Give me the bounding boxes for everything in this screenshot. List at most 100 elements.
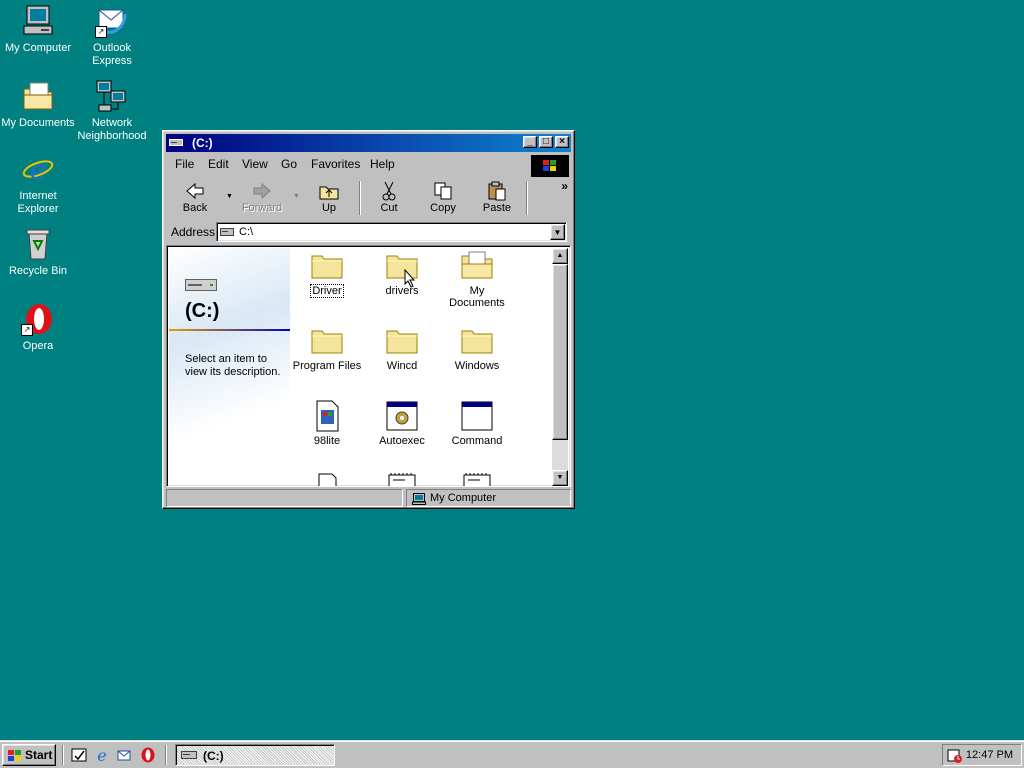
maximize-button[interactable]: □: [539, 136, 553, 148]
address-dropdown-button[interactable]: ▼: [550, 224, 565, 240]
folder-icon: [310, 325, 344, 357]
taskbar-separator: [165, 745, 167, 765]
file-label: Command: [451, 435, 503, 447]
desktop-icon-outlook-express[interactable]: ↗ Outlook Express: [74, 4, 150, 68]
status-bar: My Computer: [166, 489, 571, 507]
menu-help[interactable]: Help: [370, 157, 395, 171]
notepad-icon: [460, 473, 494, 486]
shortcut-arrow-icon: ↗: [95, 26, 107, 38]
up-button[interactable]: Up: [303, 179, 355, 214]
close-button[interactable]: ×: [555, 136, 569, 148]
setup-file-icon: [310, 400, 344, 432]
my-computer-icon: [21, 4, 55, 38]
menu-bar: File Edit View Go Favorites Help: [166, 154, 571, 177]
notepad-icon: [385, 473, 419, 486]
minimize-button[interactable]: _: [523, 136, 537, 148]
drive-title: (C:): [185, 300, 220, 322]
forward-dropdown-icon[interactable]: ▼: [293, 193, 300, 200]
scissors-icon: [378, 181, 400, 201]
scroll-down-button[interactable]: ▼: [552, 470, 568, 486]
toolbar-separator: [359, 181, 361, 215]
file-item-wincd[interactable]: Wincd: [365, 325, 439, 372]
forward-arrow-icon: [251, 181, 273, 201]
file-label: Program Files: [292, 360, 362, 372]
document-icon: [310, 473, 344, 486]
address-input[interactable]: C:\ ▼: [216, 222, 567, 242]
window-title: (C:): [192, 136, 213, 150]
menu-file[interactable]: File: [175, 157, 194, 171]
toolbar-more-button[interactable]: »: [561, 179, 568, 193]
file-item-driver[interactable]: Driver: [290, 250, 364, 298]
desktop-icon-label: Internet Explorer: [17, 190, 59, 215]
internet-explorer-icon[interactable]: e: [94, 747, 110, 763]
up-folder-icon: [318, 181, 340, 201]
paste-button[interactable]: Paste: [471, 179, 523, 214]
menu-view[interactable]: View: [242, 157, 268, 171]
copy-button[interactable]: Copy: [417, 179, 469, 214]
desktop-icon-my-documents[interactable]: My Documents: [0, 79, 76, 130]
status-zone-text: My Computer: [430, 492, 497, 504]
maximize-icon: □: [542, 136, 550, 147]
hard-drive-icon: [185, 279, 217, 291]
menu-favorites[interactable]: Favorites: [311, 157, 360, 171]
copy-label: Copy: [430, 202, 456, 214]
file-label: drivers: [385, 285, 419, 297]
menu-edit[interactable]: Edit: [208, 157, 229, 171]
file-item-drivers[interactable]: drivers: [365, 250, 439, 297]
taskbar-separator: [62, 745, 64, 765]
recycle-bin-icon: [21, 227, 55, 261]
vertical-scrollbar[interactable]: ▲ ▼: [552, 248, 568, 486]
scheduler-icon[interactable]: [947, 748, 963, 764]
scroll-up-button[interactable]: ▲: [552, 248, 568, 264]
address-bar: Address C:\ ▼: [166, 221, 571, 243]
back-button[interactable]: Back: [169, 179, 221, 214]
menu-go[interactable]: Go: [281, 157, 297, 171]
outlook-express-icon[interactable]: [117, 747, 133, 763]
outlook-express-icon: ↗: [95, 4, 129, 38]
back-arrow-icon: [184, 181, 206, 201]
status-pane-message: [166, 489, 403, 507]
desktop-icon-recycle-bin[interactable]: Recycle Bin: [0, 227, 76, 278]
file-item-98lite[interactable]: 98lite: [290, 400, 364, 447]
up-label: Up: [321, 202, 337, 214]
desktop-icon-my-computer[interactable]: My Computer: [0, 4, 76, 55]
address-label: Address: [171, 225, 216, 239]
scroll-thumb[interactable]: [552, 264, 568, 440]
divider: [169, 329, 290, 331]
show-desktop-icon[interactable]: [71, 747, 87, 763]
paste-label: Paste: [482, 202, 512, 214]
status-pane-zone: My Computer: [406, 489, 571, 507]
folder-icon: [460, 325, 494, 357]
my-documents-folder-icon: [460, 250, 494, 282]
taskbar-button-c-drive[interactable]: (C:): [175, 744, 335, 766]
clock[interactable]: 12:47 PM: [966, 749, 1013, 761]
folder-icon: [385, 250, 419, 282]
opera-icon[interactable]: [140, 747, 156, 763]
desktop-icon-label: Recycle Bin: [8, 265, 68, 277]
file-item-partial[interactable]: [365, 473, 439, 486]
minimize-icon: _: [527, 136, 533, 147]
desktop-icon-label: Opera: [22, 340, 54, 352]
file-item-my-documents[interactable]: My Documents: [440, 250, 514, 309]
desktop-icon-network-neighborhood[interactable]: Network Neighborhood: [74, 79, 150, 143]
file-item-windows[interactable]: Windows: [440, 325, 514, 372]
desktop-icon-opera[interactable]: ↗ Opera: [0, 302, 76, 353]
file-item-program-files[interactable]: Program Files: [290, 325, 364, 372]
desktop-icon-internet-explorer[interactable]: e Internet Explorer: [0, 152, 76, 216]
start-button[interactable]: Start: [2, 744, 56, 766]
file-item-partial[interactable]: [290, 473, 364, 486]
back-dropdown-icon[interactable]: ▼: [226, 193, 233, 200]
forward-button[interactable]: Forward: [236, 179, 288, 214]
chevron-down-icon: ▼: [556, 474, 564, 481]
file-item-partial[interactable]: [440, 473, 514, 486]
file-item-autoexec[interactable]: Autoexec: [365, 400, 439, 447]
windows-flag-icon: [8, 750, 21, 761]
file-item-command[interactable]: Command: [440, 400, 514, 447]
title-bar[interactable]: (C:) _ □ ×: [166, 134, 571, 152]
internet-explorer-icon: e: [21, 152, 55, 186]
cut-button[interactable]: Cut: [363, 179, 415, 214]
paste-icon: [486, 181, 508, 201]
folder-content: (C:) Select an item to view its descript…: [166, 245, 571, 487]
file-label: Autoexec: [379, 435, 425, 447]
network-neighborhood-icon: [95, 79, 129, 113]
